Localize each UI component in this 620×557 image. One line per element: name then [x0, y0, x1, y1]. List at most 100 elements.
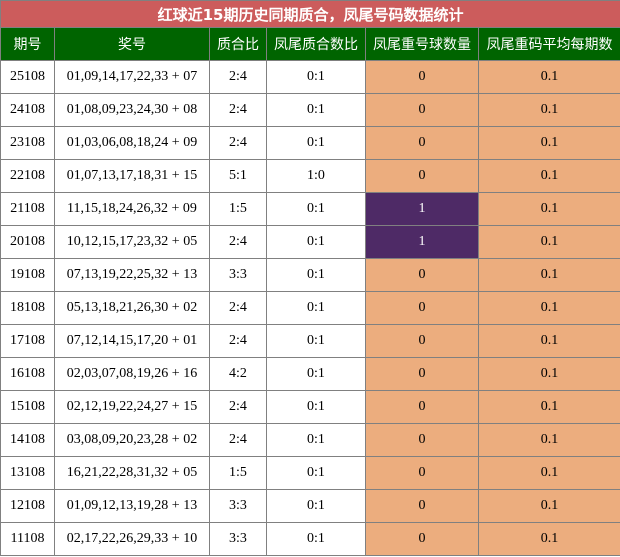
cell-issue: 12108	[0, 489, 55, 523]
cell-ratio: 3:3	[209, 522, 267, 556]
cell-avg-repeat: 0.1	[477, 456, 620, 490]
cell-tail-ratio: 0:1	[266, 93, 366, 127]
cell-issue: 11108	[0, 522, 55, 556]
cell-numbers: 07,12,14,15,17,20 + 01	[54, 324, 210, 358]
cell-numbers: 16,21,22,28,31,32 + 05	[54, 456, 210, 490]
cell-tail-ratio: 0:1	[266, 258, 366, 292]
cell-ratio: 3:3	[209, 258, 267, 292]
table-row: 15108 02,12,19,22,24,27 + 15 2:4 0:1 0 0.1	[0, 390, 620, 424]
table-row: 20108 10,12,15,17,23,32 + 05 2:4 0:1 1 0.1	[0, 225, 620, 259]
cell-repeat-count: 0	[365, 456, 479, 490]
cell-repeat-count: 0	[365, 126, 479, 160]
cell-repeat-count: 0	[365, 357, 479, 391]
header-row: 期号 奖号 质合比 凤尾质合数比 凤尾重号球数量 凤尾重码平均每期数	[0, 27, 620, 61]
cell-ratio: 4:2	[209, 357, 267, 391]
table-row: 25108 01,09,14,17,22,33 + 07 2:4 0:1 0 0.1	[0, 60, 620, 94]
stats-table: 红球近15期历史同期质合，凤尾号码数据统计 期号 奖号 质合比 凤尾质合数比 凤…	[0, 0, 620, 556]
title-row: 红球近15期历史同期质合，凤尾号码数据统计	[0, 0, 620, 28]
cell-avg-repeat: 0.1	[477, 93, 620, 127]
header-issue: 期号	[0, 27, 55, 61]
cell-numbers: 02,17,22,26,29,33 + 10	[54, 522, 210, 556]
table-row: 12108 01,09,12,13,19,28 + 13 3:3 0:1 0 0.1	[0, 489, 620, 523]
cell-numbers: 01,08,09,23,24,30 + 08	[54, 93, 210, 127]
cell-tail-ratio: 0:1	[266, 522, 366, 556]
cell-tail-ratio: 0:1	[266, 357, 366, 391]
cell-issue: 15108	[0, 390, 55, 424]
cell-ratio: 2:4	[209, 390, 267, 424]
cell-avg-repeat: 0.1	[477, 324, 620, 358]
header-avg-repeat: 凤尾重码平均每期数	[477, 27, 620, 61]
stats-table-container: 红球近15期历史同期质合，凤尾号码数据统计 期号 奖号 质合比 凤尾质合数比 凤…	[0, 0, 620, 557]
cell-avg-repeat: 0.1	[477, 126, 620, 160]
cell-ratio: 2:4	[209, 291, 267, 325]
cell-numbers: 02,03,07,08,19,26 + 16	[54, 357, 210, 391]
cell-repeat-count: 1	[365, 192, 479, 226]
cell-avg-repeat: 0.1	[477, 192, 620, 226]
cell-ratio: 2:4	[209, 225, 267, 259]
header-repeat-count: 凤尾重号球数量	[365, 27, 479, 61]
cell-tail-ratio: 0:1	[266, 60, 366, 94]
cell-ratio: 1:5	[209, 192, 267, 226]
cell-ratio: 5:1	[209, 159, 267, 193]
cell-numbers: 01,03,06,08,18,24 + 09	[54, 126, 210, 160]
cell-repeat-count: 0	[365, 324, 479, 358]
table-row: 23108 01,03,06,08,18,24 + 09 2:4 0:1 0 0.1	[0, 126, 620, 160]
cell-numbers: 01,09,14,17,22,33 + 07	[54, 60, 210, 94]
cell-avg-repeat: 0.1	[477, 225, 620, 259]
table-row: 18108 05,13,18,21,26,30 + 02 2:4 0:1 0 0.1	[0, 291, 620, 325]
header-ratio: 质合比	[209, 27, 267, 61]
table-row: 14108 03,08,09,20,23,28 + 02 2:4 0:1 0 0.1	[0, 423, 620, 457]
table-row: 13108 16,21,22,28,31,32 + 05 1:5 0:1 0 0.1	[0, 456, 620, 490]
table-row: 22108 01,07,13,17,18,31 + 15 5:1 1:0 0 0.1	[0, 159, 620, 193]
cell-tail-ratio: 0:1	[266, 225, 366, 259]
cell-numbers: 01,07,13,17,18,31 + 15	[54, 159, 210, 193]
header-numbers: 奖号	[54, 27, 210, 61]
cell-ratio: 1:5	[209, 456, 267, 490]
cell-numbers: 02,12,19,22,24,27 + 15	[54, 390, 210, 424]
cell-repeat-count: 0	[365, 423, 479, 457]
table-row: 16108 02,03,07,08,19,26 + 16 4:2 0:1 0 0.1	[0, 357, 620, 391]
cell-repeat-count: 0	[365, 390, 479, 424]
table-row: 17108 07,12,14,15,17,20 + 01 2:4 0:1 0 0.1	[0, 324, 620, 358]
cell-issue: 18108	[0, 291, 55, 325]
cell-tail-ratio: 0:1	[266, 390, 366, 424]
cell-repeat-count: 0	[365, 60, 479, 94]
cell-tail-ratio: 0:1	[266, 324, 366, 358]
cell-numbers: 01,09,12,13,19,28 + 13	[54, 489, 210, 523]
cell-numbers: 11,15,18,24,26,32 + 09	[54, 192, 210, 226]
cell-ratio: 2:4	[209, 60, 267, 94]
cell-repeat-count: 1	[365, 225, 479, 259]
cell-avg-repeat: 0.1	[477, 357, 620, 391]
table-row: 24108 01,08,09,23,24,30 + 08 2:4 0:1 0 0.1	[0, 93, 620, 127]
header-tail-ratio: 凤尾质合数比	[266, 27, 366, 61]
cell-tail-ratio: 0:1	[266, 192, 366, 226]
cell-issue: 13108	[0, 456, 55, 490]
cell-avg-repeat: 0.1	[477, 258, 620, 292]
cell-issue: 16108	[0, 357, 55, 391]
cell-issue: 23108	[0, 126, 55, 160]
cell-issue: 24108	[0, 93, 55, 127]
cell-issue: 22108	[0, 159, 55, 193]
cell-numbers: 07,13,19,22,25,32 + 13	[54, 258, 210, 292]
cell-repeat-count: 0	[365, 489, 479, 523]
cell-ratio: 2:4	[209, 126, 267, 160]
cell-issue: 14108	[0, 423, 55, 457]
cell-ratio: 2:4	[209, 324, 267, 358]
cell-avg-repeat: 0.1	[477, 522, 620, 556]
table-row: 11108 02,17,22,26,29,33 + 10 3:3 0:1 0 0.1	[0, 522, 620, 556]
cell-numbers: 05,13,18,21,26,30 + 02	[54, 291, 210, 325]
cell-repeat-count: 0	[365, 291, 479, 325]
cell-tail-ratio: 0:1	[266, 423, 366, 457]
cell-issue: 21108	[0, 192, 55, 226]
table-row: 21108 11,15,18,24,26,32 + 09 1:5 0:1 1 0.1	[0, 192, 620, 226]
cell-avg-repeat: 0.1	[477, 489, 620, 523]
cell-avg-repeat: 0.1	[477, 423, 620, 457]
cell-tail-ratio: 0:1	[266, 456, 366, 490]
cell-numbers: 03,08,09,20,23,28 + 02	[54, 423, 210, 457]
cell-numbers: 10,12,15,17,23,32 + 05	[54, 225, 210, 259]
cell-tail-ratio: 0:1	[266, 489, 366, 523]
cell-ratio: 2:4	[209, 93, 267, 127]
cell-ratio: 3:3	[209, 489, 267, 523]
cell-avg-repeat: 0.1	[477, 60, 620, 94]
cell-issue: 19108	[0, 258, 55, 292]
